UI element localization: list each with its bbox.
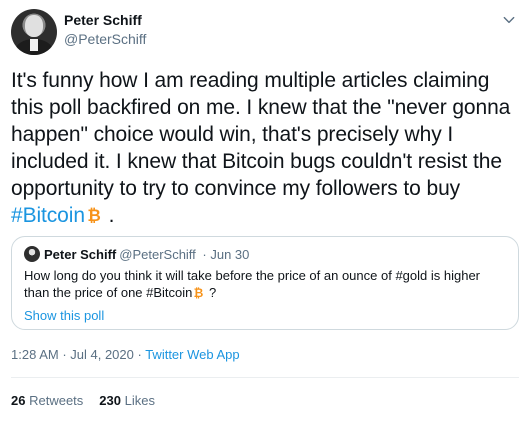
retweets-count: 26 bbox=[11, 393, 26, 408]
quoted-display-name: Peter Schiff bbox=[44, 247, 117, 262]
quoted-text-body: How long do you think it will take befor… bbox=[24, 268, 480, 300]
tweet-stats: 26 Retweets 230 Likes bbox=[11, 392, 171, 410]
meta-separator: · bbox=[58, 347, 71, 362]
author-names: Peter Schiff @PeterSchiff bbox=[64, 11, 146, 49]
divider bbox=[11, 377, 519, 378]
author-handle[interactable]: @PeterSchiff bbox=[64, 29, 146, 49]
quoted-handle: @PeterSchiff bbox=[119, 247, 196, 262]
tweet-text-end: . bbox=[102, 204, 115, 227]
meta-separator: · bbox=[133, 347, 146, 362]
retweets-label: Retweets bbox=[29, 393, 84, 408]
bitcoin-emoji-icon: ₿ bbox=[192, 286, 205, 300]
hashtag-bitcoin[interactable]: #Bitcoin bbox=[11, 204, 85, 227]
retweets-stat[interactable]: 26 Retweets bbox=[11, 393, 83, 408]
author-display-name[interactable]: Peter Schiff bbox=[64, 11, 146, 29]
tweet-metadata: 1:28 AM · Jul 4, 2020 · Twitter Web App bbox=[11, 346, 240, 364]
tweet-date[interactable]: Jul 4, 2020 bbox=[70, 347, 134, 362]
tweet-time[interactable]: 1:28 AM bbox=[11, 347, 59, 362]
tweet-card: Peter Schiff @PeterSchiff It's funny how… bbox=[0, 0, 530, 424]
quoted-avatar bbox=[24, 246, 40, 262]
svg-text:₿: ₿ bbox=[194, 286, 204, 299]
likes-label: Likes bbox=[124, 393, 155, 408]
tweet-header: Peter Schiff @PeterSchiff bbox=[11, 9, 519, 55]
quoted-date: Jun 30 bbox=[210, 247, 250, 262]
tweet-text-main: It's funny how I am reading multiple art… bbox=[11, 69, 511, 200]
chevron-down-icon[interactable] bbox=[499, 13, 519, 33]
quoted-tweet[interactable]: Peter Schiff @PeterSchiff · Jun 30 How lo… bbox=[11, 236, 519, 330]
quoted-separator: · bbox=[198, 247, 211, 262]
tweet-source-app[interactable]: Twitter Web App bbox=[145, 347, 239, 362]
avatar[interactable] bbox=[11, 9, 57, 55]
quoted-header: Peter Schiff @PeterSchiff · Jun 30 bbox=[24, 246, 249, 264]
tweet-text: It's funny how I am reading multiple art… bbox=[11, 67, 521, 229]
likes-count: 230 bbox=[99, 393, 121, 408]
likes-stat[interactable]: 230 Likes bbox=[99, 393, 155, 408]
show-poll-link[interactable]: Show this poll bbox=[24, 307, 104, 324]
bitcoin-emoji-icon: ₿ bbox=[85, 204, 103, 225]
quoted-text-end: ? bbox=[205, 285, 217, 300]
svg-text:₿: ₿ bbox=[87, 206, 100, 224]
quoted-text: How long do you think it will take befor… bbox=[24, 267, 504, 301]
